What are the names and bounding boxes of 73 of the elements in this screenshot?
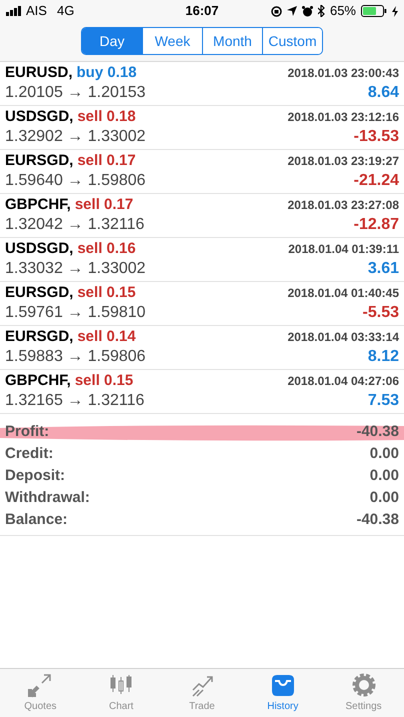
tab-bar-item[interactable]: Chart: [80, 669, 162, 717]
tab-bar-item[interactable]: Trade: [162, 669, 242, 717]
trade-time: 2018.01.03 23:00:43: [288, 65, 399, 82]
trade-time: 2018.01.03 23:27:08: [288, 197, 399, 214]
tab-bar-item[interactable]: Quotes: [0, 669, 81, 717]
order-label: sell 0.15: [74, 370, 134, 391]
order-label: sell 0.16: [77, 238, 136, 259]
summary-label: Profit:: [5, 422, 50, 442]
summary-label: Balance:: [5, 510, 68, 530]
symbol-label: EURSGD,: [5, 326, 74, 347]
battery-percent: 65%: [330, 2, 356, 20]
period-tab[interactable]: Day: [82, 28, 142, 54]
symbol-label: GBPCHF,: [5, 194, 71, 215]
trade-time: 2018.01.03 23:12:16: [288, 109, 399, 126]
price-range: 1.59761 → 1.59810: [5, 303, 146, 323]
summary-label: Withdrawal:: [5, 488, 90, 508]
alarm-icon: [302, 6, 313, 16]
trade-time: 2018.01.03 23:19:27: [288, 153, 399, 170]
inbox-icon: [270, 672, 296, 698]
network-type: 4G: [56, 2, 74, 20]
symbol-label: USDSGD,: [5, 238, 74, 259]
order-label: sell 0.18: [77, 106, 136, 127]
trade-time: 2018.01.04 04:27:06: [288, 373, 399, 390]
period-tab[interactable]: Week: [142, 28, 202, 54]
arrows-icon: [27, 672, 54, 698]
trade-profit: 8.12: [368, 347, 399, 367]
order-label: sell 0.17: [74, 194, 134, 215]
carrier-name: AIS: [26, 2, 47, 20]
price-range: 1.33032 → 1.33002: [5, 259, 146, 279]
period-tab[interactable]: Custom: [262, 28, 322, 54]
price-range: 1.32165 → 1.32116: [5, 391, 144, 411]
summary-value: 0.00: [370, 488, 399, 508]
summary-value: -40.38: [356, 510, 399, 530]
order-label: sell 0.17: [77, 150, 136, 171]
period-tab[interactable]: Month: [202, 28, 262, 54]
charging-icon: [392, 6, 398, 16]
trade-time: 2018.01.04 01:39:11: [288, 241, 399, 258]
summary-label: Deposit:: [5, 466, 65, 486]
trade-profit: -5.53: [362, 303, 399, 323]
symbol-label: EURUSD,: [5, 62, 73, 83]
trade-profit: -13.53: [354, 127, 399, 147]
trade-profit: 8.64: [368, 83, 399, 103]
trade-profit: -21.24: [354, 171, 399, 191]
price-range: 1.59640 → 1.59806: [5, 171, 146, 191]
price-range: 1.32042 → 1.32116: [5, 215, 144, 235]
price-range: 1.59883 → 1.59806: [5, 347, 146, 367]
summary-value: 0.00: [370, 466, 399, 486]
symbol-label: GBPCHF,: [5, 370, 71, 391]
rotation-lock-icon: [270, 6, 282, 16]
trade-profit: -12.87: [354, 215, 399, 235]
order-label: sell 0.15: [77, 282, 136, 303]
symbol-label: EURSGD,: [5, 282, 74, 303]
symbol-label: USDSGD,: [5, 106, 74, 127]
summary-value: 0.00: [370, 444, 399, 464]
location-icon: [286, 6, 297, 16]
order-label: buy 0.18: [76, 62, 137, 83]
order-label: sell 0.14: [77, 326, 136, 347]
symbol-label: EURSGD,: [5, 150, 74, 171]
trade-time: 2018.01.04 01:40:45: [288, 285, 399, 302]
signal-icon: [6, 6, 22, 16]
battery-icon: [361, 5, 387, 17]
bluetooth-icon: [318, 5, 325, 17]
trade-time: 2018.01.04 03:33:14: [288, 329, 399, 346]
trade-profit: 7.53: [368, 391, 399, 411]
tab-bar-item[interactable]: Settings: [323, 669, 404, 717]
trade-profit: 3.61: [368, 259, 399, 279]
price-range: 1.20105 → 1.20153: [5, 83, 146, 103]
summary-label: Credit:: [5, 444, 54, 464]
tab-bar-item[interactable]: History: [242, 669, 324, 717]
settings-icon: [350, 672, 377, 698]
price-range: 1.32902 → 1.33002: [5, 127, 146, 147]
summary-value: -40.38: [356, 422, 399, 442]
clock-time: 16:07: [185, 2, 219, 20]
